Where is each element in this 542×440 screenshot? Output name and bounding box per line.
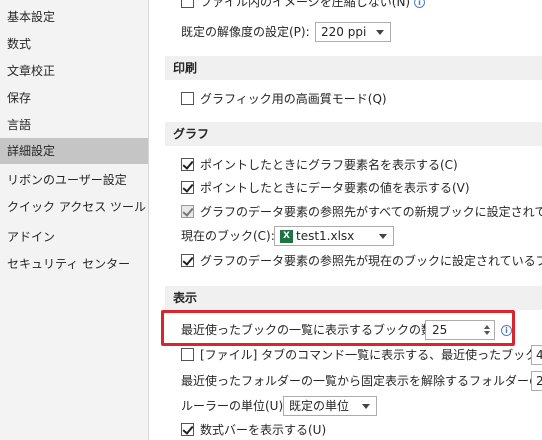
- file-tab-recent-option[interactable]: [ファイル] タブのコマンド一覧に表示する、最近使ったブックの数(Q):: [181, 345, 542, 365]
- ref-all-books-checkbox[interactable]: [181, 205, 194, 218]
- options-sidebar: 基本設定 数式 文章校正 保存 言語 詳細設定 リボンのユーザー設定 クイック …: [0, 0, 174, 440]
- formula-bar-checkbox[interactable]: [181, 423, 194, 436]
- sidebar-item-language[interactable]: 言語: [0, 112, 148, 138]
- sidebar-item-quick-access-toolbar[interactable]: クイック アクセス ツール バー: [0, 194, 174, 220]
- ref-all-books-label: グラフのデータ要素の参照先がすべての新規ブックに設定されているプロパティ: [200, 205, 542, 219]
- display-section-header: 表示: [165, 286, 542, 310]
- current-book-label: 現在のブック(C):: [181, 229, 275, 243]
- show-data-values-label: ポイントしたときにデータ要素の値を表示する(V): [200, 181, 470, 195]
- resolution-label: 既定の解像度の設定(P):: [181, 25, 310, 39]
- ref-current-book-checkbox[interactable]: [181, 254, 194, 267]
- current-book-value: test1.xlsx: [296, 229, 355, 243]
- compress-images-checkbox[interactable]: [181, 0, 194, 8]
- current-book-dropdown[interactable]: Xtest1.xlsx: [274, 226, 394, 246]
- sidebar-item-general[interactable]: 基本設定: [0, 4, 148, 30]
- recent-folders-label: 最近使ったフォルダーの一覧から固定表示を解除するフォルダーの数(F):: [181, 374, 542, 388]
- file-tab-recent-stepper[interactable]: 4: [531, 345, 542, 365]
- resolution-dropdown[interactable]: 220 ppi: [315, 22, 391, 42]
- sidebar-item-advanced[interactable]: 詳細設定: [0, 138, 148, 164]
- show-data-values-checkbox[interactable]: [181, 181, 194, 194]
- ruler-units-value: 既定の単位: [289, 399, 350, 413]
- sidebar-item-trust-center[interactable]: セキュリティ センター: [0, 251, 148, 277]
- sidebar-item-save[interactable]: 保存: [0, 85, 148, 111]
- ref-current-book-label: グラフのデータ要素の参照先が現在のブックに設定されているプロパティ(R): [200, 254, 542, 268]
- excel-file-icon: X: [280, 230, 293, 243]
- ruler-units-dropdown[interactable]: 既定の単位: [283, 396, 377, 416]
- compress-images-label: ファイル内のイメージを圧縮しない(N): [200, 0, 411, 9]
- file-tab-recent-label: [ファイル] タブのコマンド一覧に表示する、最近使ったブックの数(Q):: [200, 348, 542, 362]
- ref-all-books-option[interactable]: グラフのデータ要素の参照先がすべての新規ブックに設定されているプロパティ: [181, 202, 542, 222]
- chevron-down-icon: [376, 30, 384, 35]
- file-tab-recent-checkbox[interactable]: [181, 348, 194, 361]
- advanced-options-panel: ファイル内のイメージを圧縮しない(N) i 既定の解像度の設定(P): 220 …: [149, 0, 542, 440]
- hq-graphics-checkbox[interactable]: [181, 92, 194, 105]
- compress-images-option[interactable]: ファイル内のイメージを圧縮しない(N) i: [181, 0, 425, 12]
- hq-graphics-option[interactable]: グラフィック用の高画質モード(Q): [181, 89, 387, 109]
- resolution-value: 220 ppi: [321, 25, 367, 39]
- sidebar-item-proofing[interactable]: 文章校正: [0, 58, 148, 84]
- print-section-header: 印刷: [165, 56, 542, 80]
- hq-graphics-label: グラフィック用の高画質モード(Q): [200, 92, 387, 106]
- info-icon: i: [413, 0, 425, 8]
- recent-folders-stepper[interactable]: 2: [531, 371, 542, 391]
- sidebar-item-customize-ribbon[interactable]: リボンのユーザー設定: [0, 167, 148, 193]
- ref-current-book-option[interactable]: グラフのデータ要素の参照先が現在のブックに設定されているプロパティ(R): [181, 251, 542, 271]
- chevron-down-icon: [379, 234, 387, 239]
- file-tab-recent-value: 4: [536, 348, 542, 362]
- formula-bar-label: 数式バーを表示する(U): [200, 423, 327, 437]
- show-element-names-option[interactable]: ポイントしたときにグラフ要素名を表示する(C): [181, 155, 458, 175]
- chevron-down-icon: [362, 404, 370, 409]
- ruler-units-label: ルーラーの単位(U): [181, 399, 284, 413]
- formula-bar-option[interactable]: 数式バーを表示する(U): [181, 420, 326, 440]
- recent-folders-value: 2: [536, 374, 542, 388]
- sidebar-item-formulas[interactable]: 数式: [0, 31, 148, 57]
- show-data-values-option[interactable]: ポイントしたときにデータ要素の値を表示する(V): [181, 178, 470, 198]
- graph-section-header: グラフ: [165, 122, 542, 146]
- highlight-box: [161, 310, 515, 346]
- show-element-names-checkbox[interactable]: [181, 158, 194, 171]
- show-element-names-label: ポイントしたときにグラフ要素名を表示する(C): [200, 158, 458, 172]
- sidebar-item-addins[interactable]: アドイン: [0, 224, 148, 250]
